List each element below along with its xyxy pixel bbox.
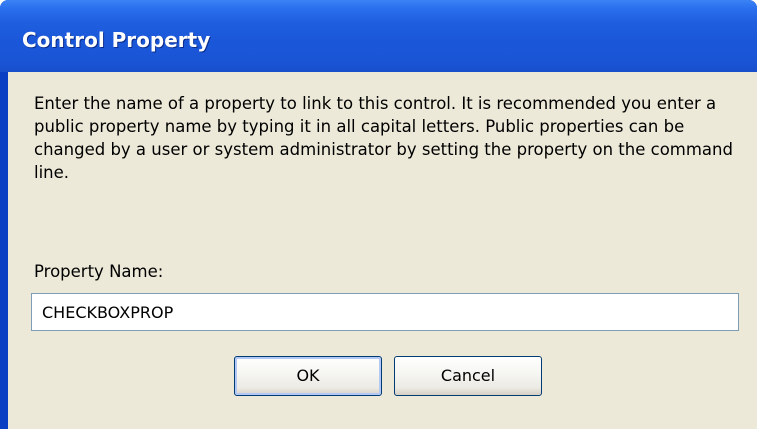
instructions-text: Enter the name of a property to link to … — [34, 94, 733, 182]
dialog-body: Enter the name of a property to link to … — [8, 72, 757, 429]
property-name-input[interactable] — [31, 293, 739, 331]
title-bar[interactable]: Control Property — [0, 0, 757, 72]
control-property-dialog: Control Property Enter the name of a pro… — [0, 0, 757, 429]
property-name-label: Property Name: — [34, 262, 164, 281]
cancel-button[interactable]: Cancel — [394, 356, 542, 396]
window-title: Control Property — [22, 28, 211, 52]
ok-button[interactable]: OK — [234, 356, 382, 396]
